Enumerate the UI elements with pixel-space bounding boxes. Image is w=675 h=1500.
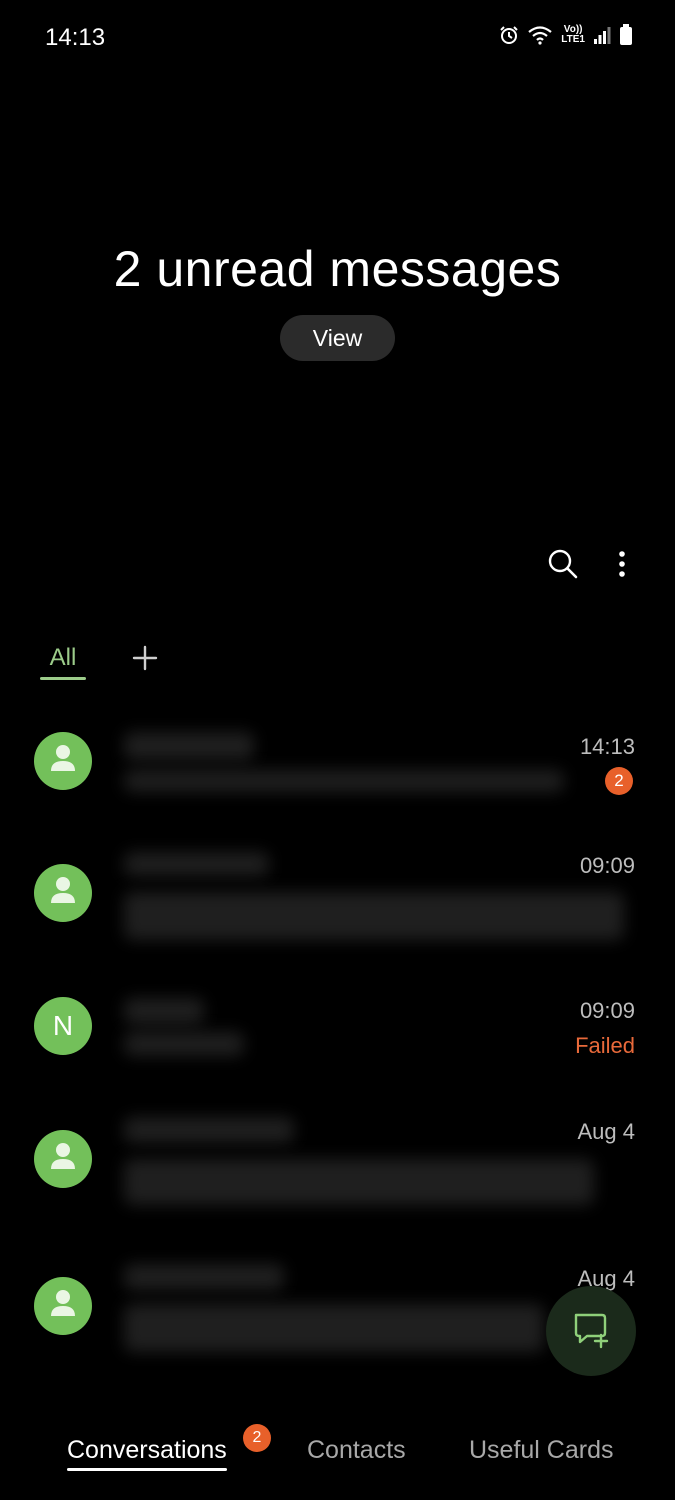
new-message-button[interactable] <box>546 1286 636 1376</box>
view-button[interactable]: View <box>280 315 395 361</box>
message-preview-redacted <box>124 1032 244 1056</box>
signal-icon <box>593 25 611 45</box>
tab-useful-cards-label: Useful Cards <box>469 1436 614 1464</box>
message-preview-redacted <box>124 1159 594 1205</box>
alarm-icon <box>499 25 519 45</box>
new-message-icon <box>571 1309 611 1354</box>
volte-icon: Vo)) LTE1 <box>561 25 585 45</box>
person-icon <box>49 1141 77 1178</box>
failed-status: Failed <box>575 1033 635 1058</box>
status-icons: Vo)) LTE1 <box>499 24 633 46</box>
search-icon <box>547 548 579 585</box>
conversation-time: 09:09 <box>579 998 635 1023</box>
avatar <box>34 864 92 922</box>
avatar-letter: N <box>52 1010 74 1041</box>
tab-useful-cards[interactable]: Useful Cards <box>469 1436 614 1465</box>
conversation-time: 09:09 <box>579 853 635 878</box>
plus-icon <box>132 645 158 676</box>
volte-bottom-label: LTE1 <box>561 34 585 45</box>
contact-name-redacted <box>124 998 204 1024</box>
person-icon <box>49 1288 77 1325</box>
person-icon <box>49 743 77 780</box>
avatar: N <box>34 997 92 1055</box>
person-icon <box>49 875 77 912</box>
filter-tab-underline <box>40 677 86 680</box>
contact-name-redacted <box>124 1117 294 1143</box>
avatar <box>34 1130 92 1188</box>
avatar <box>34 1277 92 1335</box>
wifi-icon <box>527 25 553 45</box>
conversation-item[interactable]: 14:13 2 <box>0 718 675 838</box>
conversation-item[interactable]: N 09:09 Failed <box>0 986 675 1106</box>
filter-tab-all[interactable]: All <box>40 644 86 680</box>
tab-contacts[interactable]: Contacts <box>307 1436 406 1465</box>
add-filter-button[interactable] <box>128 643 162 677</box>
bottom-nav: Conversations 2 Contacts Useful Cards <box>0 1400 675 1500</box>
unread-summary-title: 2 unread messages <box>113 241 562 297</box>
contact-name-redacted <box>124 1264 284 1290</box>
conversation-item[interactable]: Aug 4 <box>0 1105 675 1225</box>
unread-count-badge: 2 <box>605 767 633 795</box>
battery-icon <box>619 24 633 46</box>
search-button[interactable] <box>543 546 583 586</box>
filter-tab-all-label: All <box>49 644 77 671</box>
tab-conversations-label: Conversations <box>67 1436 227 1464</box>
more-vertical-icon <box>618 550 626 583</box>
conversation-time: Aug 4 <box>577 1119 636 1144</box>
conversation-item[interactable]: 09:09 <box>0 838 675 958</box>
contact-name-redacted <box>124 732 254 760</box>
conversation-time: 14:13 <box>579 734 635 759</box>
contact-name-redacted <box>124 852 269 876</box>
message-preview-redacted <box>124 1304 544 1352</box>
message-preview-redacted <box>124 892 624 940</box>
conversations-badge: 2 <box>243 1424 271 1452</box>
tab-contacts-label: Contacts <box>307 1436 406 1464</box>
status-bar: 14:13 Vo)) LTE1 <box>0 0 675 76</box>
tab-underline <box>67 1468 227 1471</box>
more-options-button[interactable] <box>602 546 642 586</box>
tab-conversations[interactable]: Conversations <box>67 1436 227 1471</box>
message-preview-redacted <box>124 770 564 792</box>
avatar <box>34 732 92 790</box>
status-time: 14:13 <box>45 24 106 51</box>
